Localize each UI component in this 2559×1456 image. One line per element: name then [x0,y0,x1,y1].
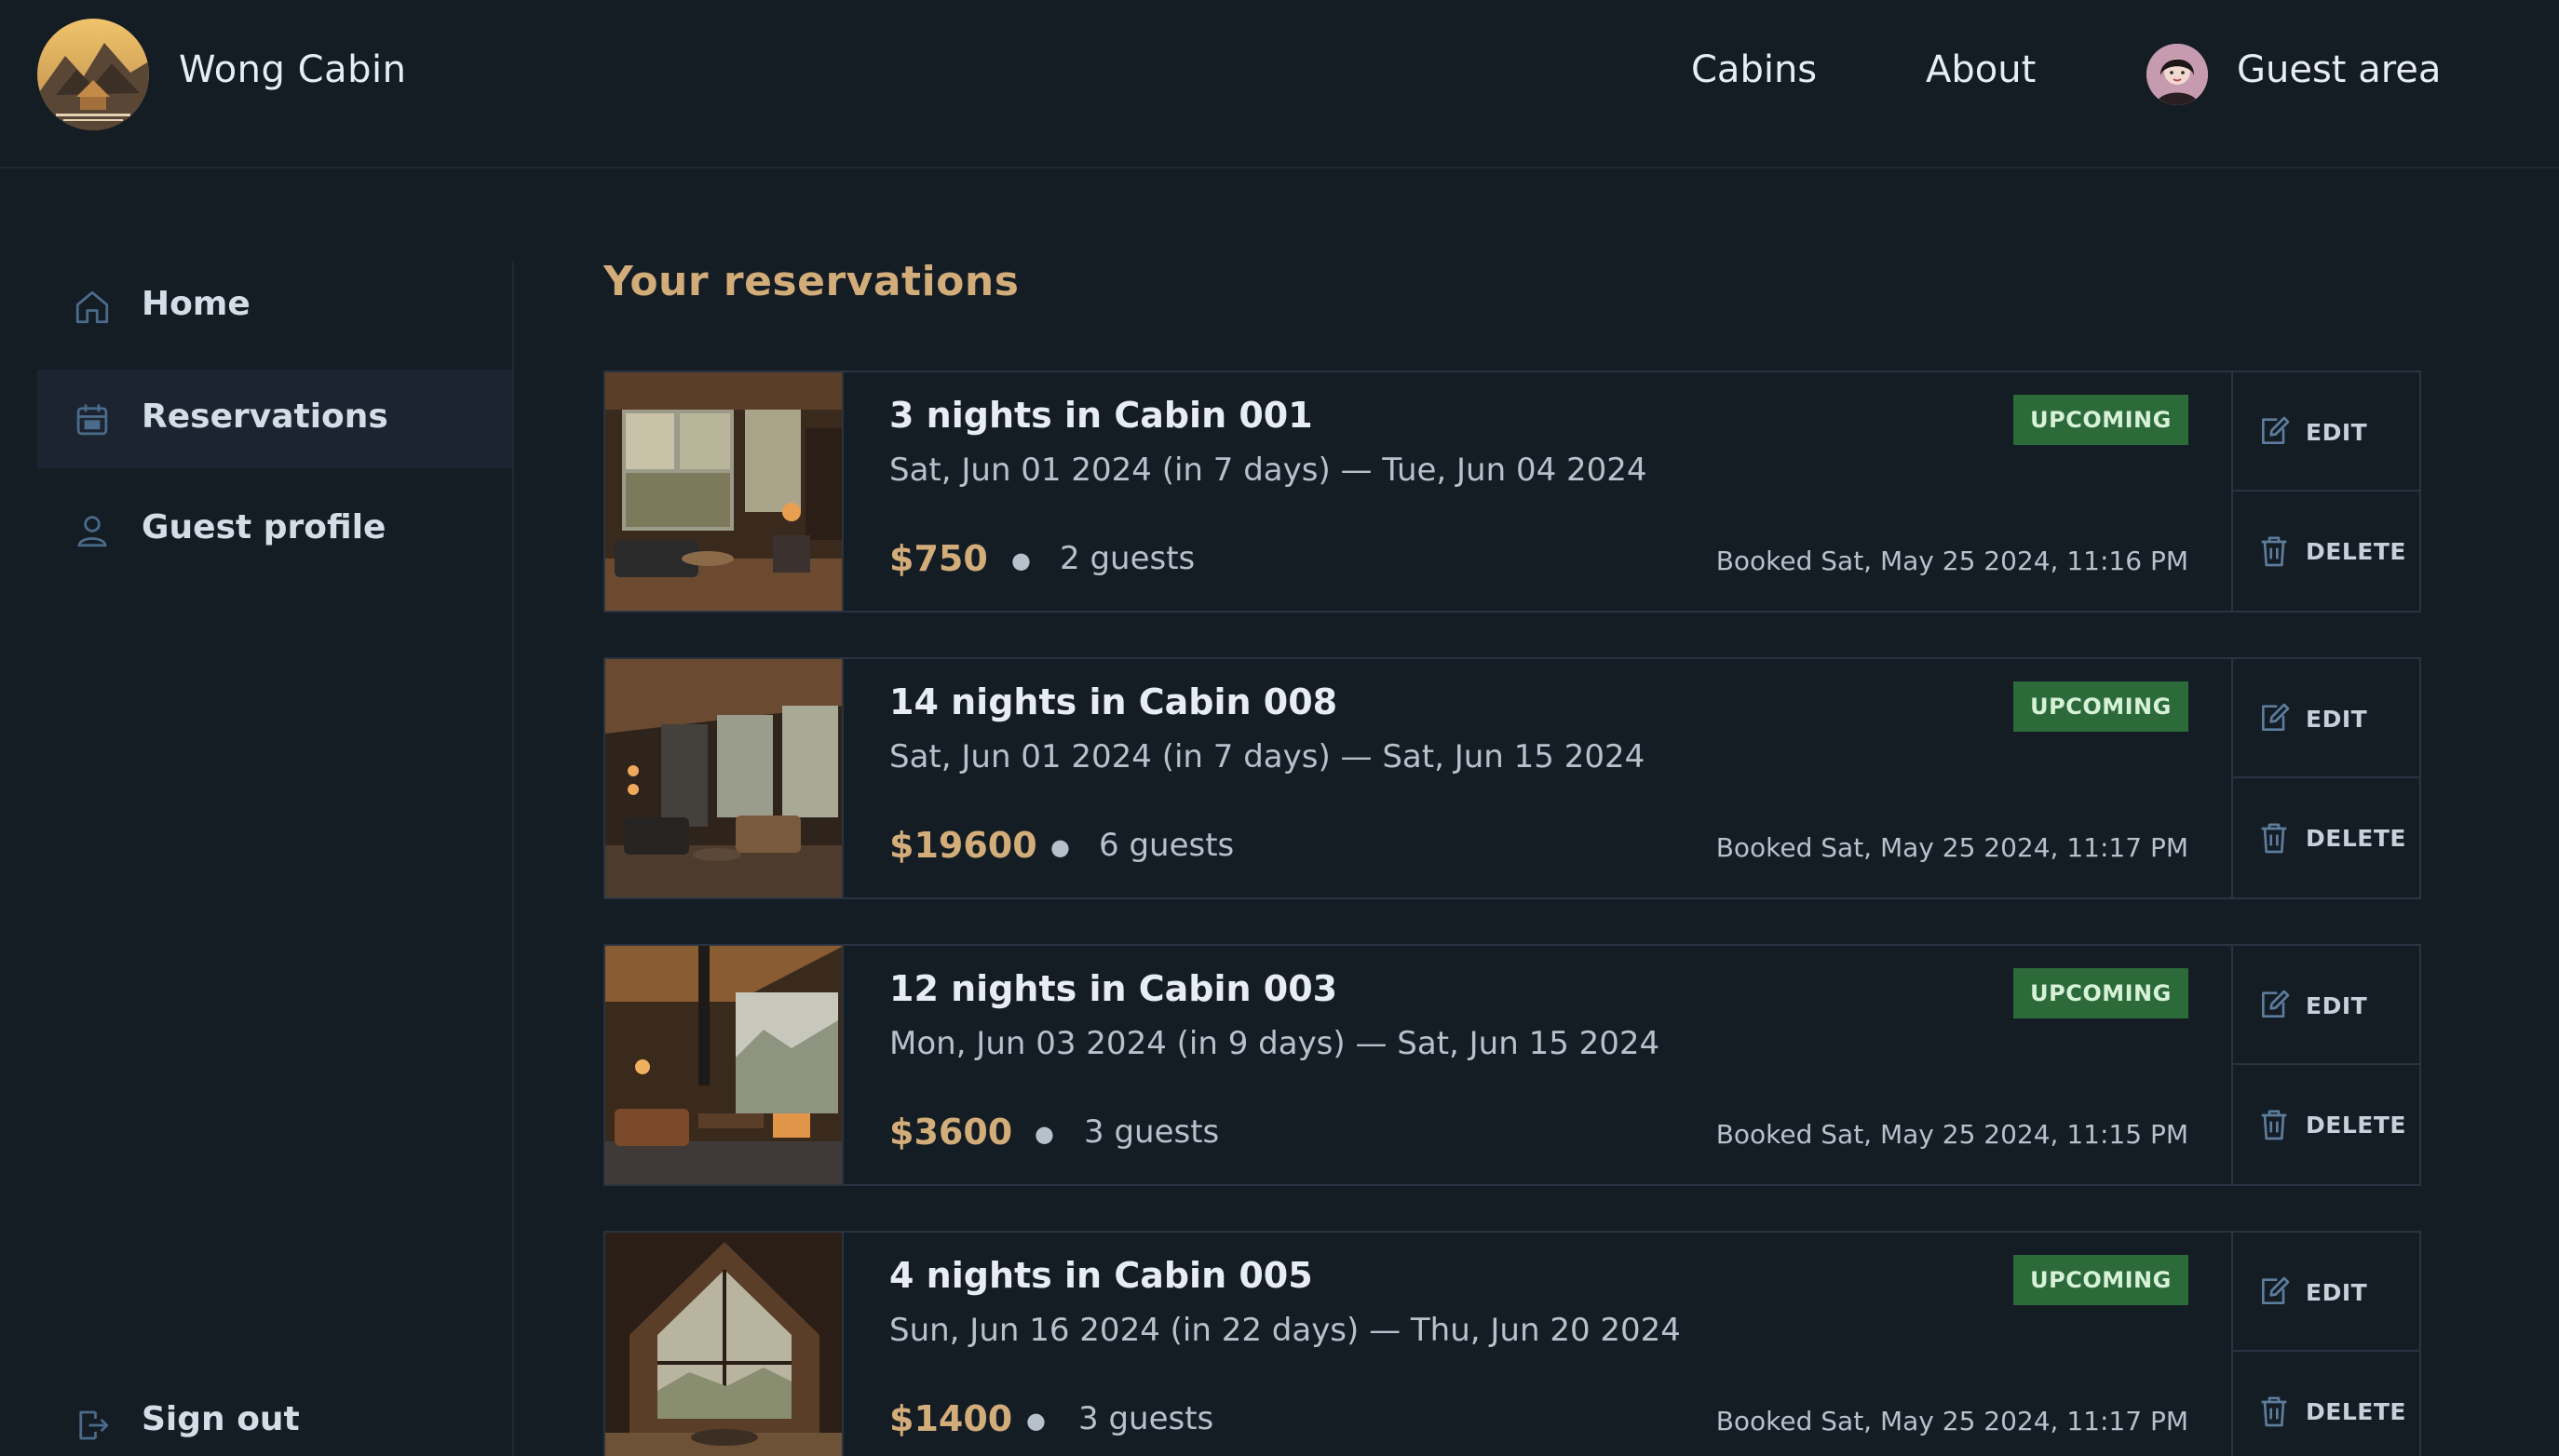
reservation-actions: EDIT DELETE [2231,372,2419,611]
reservation-card: 12 nights in Cabin 003 Mon, Jun 03 2024 … [603,944,2421,1186]
delete-button[interactable]: DELETE [2233,492,2419,611]
nav-guest-area-link[interactable]: Guest area [2237,48,2441,91]
cabin-photo-icon [605,1233,842,1456]
brand-name[interactable]: Wong Cabin [179,48,406,91]
trash-icon [2261,1396,2287,1427]
status-badge: UPCOMING [2013,395,2188,445]
sidebar-item-guest-profile[interactable]: Guest profile [37,480,512,579]
edit-label: EDIT [2306,1279,2368,1306]
reservation-price: $3600 [889,1112,1013,1153]
reservation-price: $1400 [889,1398,1013,1439]
top-header: Wong Cabin Cabins About Guest area [0,0,2559,169]
page-title: Your reservations [603,258,1020,305]
nav-about-link[interactable]: About [1926,48,2036,91]
sidebar-item-label: Reservations [142,398,388,436]
reservation-price: $750 [889,538,988,579]
cabin-photo-icon [605,946,842,1184]
reservation-title: 3 nights in Cabin 001 [889,395,1313,436]
trash-icon [2261,1110,2287,1140]
guest-avatar-icon [2146,44,2208,105]
status-badge: UPCOMING [2013,1255,2188,1305]
edit-label: EDIT [2306,992,2368,1019]
delete-button[interactable]: DELETE [2233,1352,2419,1456]
edit-label: EDIT [2306,706,2368,733]
cabin-image [605,1233,844,1456]
reservation-actions: EDIT DELETE [2231,659,2419,897]
reservation-actions: EDIT DELETE [2231,1233,2419,1456]
edit-button[interactable]: EDIT [2233,946,2419,1065]
reservation-guests: 6 guests [1099,827,1235,864]
reservation-dates: Sat, Jun 01 2024 (in 7 days) — Sat, Jun … [889,738,1645,775]
cabin-image [605,372,844,611]
booked-timestamp: Booked Sat, May 25 2024, 11:17 PM [1715,1406,2188,1436]
sidebar-item-home[interactable]: Home [37,257,512,356]
separator-dot: ● [1026,1408,1046,1434]
reservation-card: 14 nights in Cabin 008 Sat, Jun 01 2024 … [603,657,2421,899]
sidebar-item-reservations[interactable]: Reservations [37,370,512,468]
booked-timestamp: Booked Sat, May 25 2024, 11:17 PM [1715,832,2188,863]
cabin-logo-icon [37,19,149,130]
sign-out-icon [79,1410,109,1440]
calendar-icon [76,404,108,436]
reservation-title: 12 nights in Cabin 003 [889,968,1338,1009]
user-icon [77,516,107,547]
edit-button[interactable]: EDIT [2233,372,2419,492]
nav-cabins-link[interactable]: Cabins [1691,48,1817,91]
edit-icon [2262,990,2290,1018]
separator-dot: ● [1035,1121,1054,1147]
edit-icon [2262,703,2290,731]
delete-label: DELETE [2306,825,2406,852]
reservation-dates: Mon, Jun 03 2024 (in 9 days) — Sat, Jun … [889,1025,1660,1062]
sign-out-label: Sign out [142,1400,300,1438]
edit-icon [2262,1276,2290,1304]
cabin-image [605,946,844,1184]
delete-label: DELETE [2306,538,2406,565]
home-icon [75,290,109,324]
trash-icon [2261,823,2287,854]
trash-icon [2261,536,2287,567]
reservation-guests: 3 guests [1084,1113,1220,1151]
delete-label: DELETE [2306,1398,2406,1425]
avatar[interactable] [2146,44,2208,105]
reservation-actions: EDIT DELETE [2231,946,2419,1184]
sidebar-divider [512,261,514,1456]
status-badge: UPCOMING [2013,968,2188,1018]
cabin-photo-icon [605,372,842,611]
sign-out-button[interactable]: Sign out [37,1372,512,1456]
cabin-photo-icon [605,659,842,897]
reservation-dates: Sat, Jun 01 2024 (in 7 days) — Tue, Jun … [889,452,1647,489]
sidebar-item-label: Home [142,285,250,323]
logo[interactable] [37,19,149,130]
reservation-guests: 2 guests [1060,540,1196,577]
reservation-title: 4 nights in Cabin 005 [889,1255,1313,1296]
booked-timestamp: Booked Sat, May 25 2024, 11:16 PM [1715,546,2188,576]
edit-button[interactable]: EDIT [2233,659,2419,778]
edit-icon [2262,416,2290,444]
status-badge: UPCOMING [2013,681,2188,732]
reservation-dates: Sun, Jun 16 2024 (in 22 days) — Thu, Jun… [889,1312,1681,1349]
edit-label: EDIT [2306,419,2368,446]
reservation-price: $19600 [889,825,1037,866]
reservation-guests: 3 guests [1078,1400,1214,1437]
reservation-title: 14 nights in Cabin 008 [889,681,1338,722]
edit-button[interactable]: EDIT [2233,1233,2419,1352]
separator-dot: ● [1050,834,1070,860]
separator-dot: ● [1011,547,1031,573]
sidebar-item-label: Guest profile [142,508,386,546]
booked-timestamp: Booked Sat, May 25 2024, 11:15 PM [1715,1119,2188,1150]
delete-button[interactable]: DELETE [2233,778,2419,897]
reservation-card: 3 nights in Cabin 001 Sat, Jun 01 2024 (… [603,371,2421,613]
cabin-image [605,659,844,897]
delete-button[interactable]: DELETE [2233,1065,2419,1184]
delete-label: DELETE [2306,1112,2406,1139]
reservation-card: 4 nights in Cabin 005 Sun, Jun 16 2024 (… [603,1231,2421,1456]
